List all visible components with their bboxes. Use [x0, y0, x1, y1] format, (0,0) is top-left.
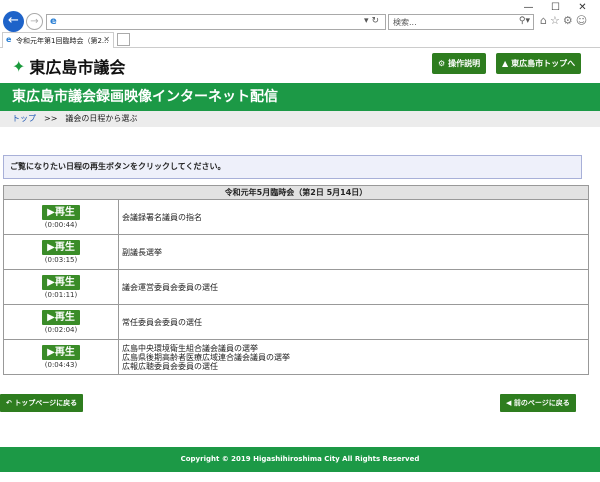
breadcrumb-top-link[interactable]: トップ: [12, 114, 36, 123]
play-button[interactable]: ▶再生: [42, 275, 80, 290]
close-icon[interactable]: ✕: [569, 2, 596, 13]
play-cell: ▶再生 (0:00:44): [3, 199, 119, 235]
agenda-cell: 常任委員会委員の選任: [118, 304, 589, 340]
new-tab-button[interactable]: [117, 33, 130, 46]
play-icon: ▶: [47, 347, 55, 358]
return-icon: ↶: [6, 399, 12, 407]
back-to-top-label: トップページに戻る: [14, 399, 78, 407]
agenda-cell: 副議長選挙: [118, 234, 589, 270]
maximize-icon[interactable]: ☐: [542, 2, 569, 13]
table-row: ▶再生 (0:04:43) 広島中央環境衛生組合議会議員の選挙 広島県後期高齢者医療広…: [3, 339, 589, 375]
back-button[interactable]: ←: [3, 11, 24, 32]
play-button[interactable]: ▶再生: [42, 205, 80, 220]
duration-label: (0:03:15): [44, 256, 78, 264]
agenda-item: 副議長選挙: [122, 247, 162, 257]
play-button-label: 再生: [54, 207, 75, 218]
schedule-header: 令和元年5月臨時会（第2日 5月14日）: [3, 185, 589, 200]
agenda-cell: 議会運営委員会委員の選任: [118, 269, 589, 305]
agenda-item: 議会運営委員会委員の選任: [122, 282, 218, 292]
play-button[interactable]: ▶再生: [42, 240, 80, 255]
agenda-cell: 会議録署名議員の指名: [118, 199, 589, 235]
forward-arrow-icon: →: [30, 16, 39, 27]
play-icon: ▶: [47, 242, 55, 253]
site-logo[interactable]: ✦ 東広島市議会: [12, 54, 125, 78]
play-button-label: 再生: [54, 312, 75, 323]
play-button-label: 再生: [54, 277, 75, 288]
duration-label: (0:02:04): [44, 326, 78, 334]
agenda-cell: 広島中央環境衛生組合議会議員の選挙 広島県後期高齢者医療広域連合議会議員の選挙 広報…: [118, 339, 589, 375]
help-button-label: 操作説明: [448, 59, 481, 68]
city-emblem-icon: ✦: [12, 56, 26, 76]
tab-bar: e 令和元年第1回臨時会（第2... ✕: [0, 31, 600, 48]
window-controls: — ☐ ✕: [515, 2, 596, 13]
play-cell: ▶再生 (0:02:04): [3, 304, 119, 340]
back-to-top-button[interactable]: ↶ トップページに戻る: [0, 394, 84, 412]
help-button[interactable]: ⚙ 操作説明: [432, 53, 487, 74]
table-row: ▶再生 (0:00:44) 会議録署名議員の指名: [3, 199, 589, 235]
play-cell: ▶再生 (0:04:43): [3, 339, 119, 375]
gear-icon: ⚙: [438, 59, 446, 68]
page-title: 東広島市議会録画映像インターネット配信: [0, 83, 600, 111]
table-row: ▶再生 (0:01:11) 議会運営委員会委員の選任: [3, 269, 589, 305]
smiley-icon[interactable]: ☺: [576, 14, 590, 27]
browser-chrome: — ☐ ✕ ← → e ▾↻ 検索... ⚲▾ ⌂☆⚙☺ e 令和元年第1回臨時…: [0, 0, 600, 48]
page: ✦ 東広島市議会 ⚙ 操作説明 ▲ 東広島市トップへ 東広島市議会録画映像インターネ…: [0, 48, 600, 482]
play-icon: ▶: [47, 312, 55, 323]
play-icon: ▶: [47, 277, 55, 288]
favorites-icon[interactable]: ☆: [550, 14, 563, 27]
agenda-item: 広島県後期高齢者医療広域連合議会議員の選挙: [122, 352, 290, 362]
logo-text: 東広島市議会: [29, 58, 126, 77]
back-to-previous-button[interactable]: ◀ 前のページに戻る: [500, 394, 576, 412]
ie-icon: e: [50, 16, 57, 27]
city-top-button-label: 東広島市トップへ: [511, 59, 576, 68]
instruction-notice: ご覧になりたい日程の再生ボタンをクリックしてください。: [3, 155, 582, 179]
duration-label: (0:01:11): [44, 291, 78, 299]
address-controls[interactable]: ▾↻: [364, 16, 382, 26]
tab-title: 令和元年第1回臨時会（第2...: [16, 37, 109, 45]
browser-tab[interactable]: e 令和元年第1回臨時会（第2... ✕: [2, 32, 114, 48]
breadcrumb-separator: >>: [44, 114, 58, 123]
play-icon: ▶: [47, 207, 55, 218]
schedule-table: 令和元年5月臨時会（第2日 5月14日） ▶再生 (0:00:44) 会議録署名議員…: [3, 185, 589, 375]
home-icon[interactable]: ⌂: [540, 14, 550, 27]
back-to-previous-label: 前のページに戻る: [513, 399, 570, 407]
agenda-item: 広報広聴委員会委員の選任: [122, 361, 218, 371]
breadcrumb-current: 議会の日程から選ぶ: [65, 114, 138, 123]
forward-button[interactable]: →: [26, 13, 43, 30]
play-cell: ▶再生 (0:01:11): [3, 269, 119, 305]
play-button[interactable]: ▶再生: [42, 310, 80, 325]
city-top-button[interactable]: ▲ 東広島市トップへ: [496, 53, 582, 74]
duration-label: (0:04:43): [44, 361, 78, 369]
address-bar[interactable]: e ▾↻: [46, 14, 386, 30]
copyright-footer: Copyright © 2019 Higashihiroshima City A…: [0, 447, 600, 472]
ie-icon: e: [6, 35, 12, 44]
search-input[interactable]: 検索... ⚲▾: [388, 14, 534, 30]
gear-icon[interactable]: ⚙: [563, 14, 576, 27]
play-button[interactable]: ▶再生: [42, 345, 80, 360]
back-arrow-icon: ←: [8, 13, 19, 28]
city-icon: ▲: [502, 59, 509, 68]
agenda-item: 会議録署名議員の指名: [122, 212, 202, 222]
table-row: ▶再生 (0:03:15) 副議長選挙: [3, 234, 589, 270]
minimize-icon[interactable]: —: [515, 2, 542, 13]
toolbar-icons[interactable]: ⌂☆⚙☺: [540, 14, 590, 27]
close-tab-icon[interactable]: ✕: [103, 35, 110, 44]
search-placeholder: 検索...: [393, 18, 417, 27]
arrow-left-icon: ◀: [506, 399, 512, 407]
duration-label: (0:00:44): [44, 221, 78, 229]
play-cell: ▶再生 (0:03:15): [3, 234, 119, 270]
breadcrumb: トップ >> 議会の日程から選ぶ: [0, 111, 600, 127]
play-button-label: 再生: [54, 347, 75, 358]
agenda-item: 常任委員会委員の選任: [122, 317, 202, 327]
play-button-label: 再生: [54, 242, 75, 253]
agenda-item: 広島中央環境衛生組合議会議員の選挙: [122, 343, 258, 353]
search-icon[interactable]: ⚲▾: [519, 16, 530, 26]
table-row: ▶再生 (0:02:04) 常任委員会委員の選任: [3, 304, 589, 340]
